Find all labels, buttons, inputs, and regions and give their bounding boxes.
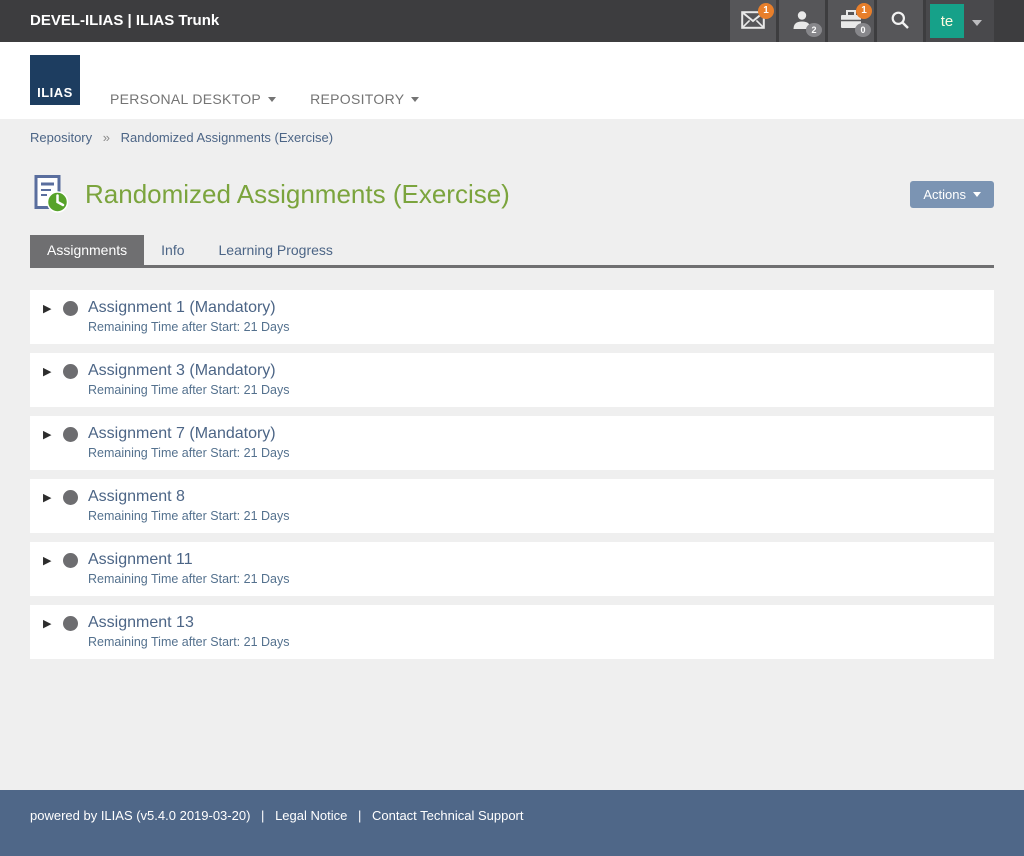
row-text: Assignment 3 (Mandatory) Remaining Time …	[88, 361, 289, 397]
status-dot-icon	[63, 427, 78, 442]
who-is-online-badge: 2	[806, 23, 822, 37]
mail-badge: 1	[758, 3, 774, 19]
tab-learning-progress[interactable]: Learning Progress	[202, 235, 350, 265]
topbar: DEVEL-ILIAS | ILIAS Trunk 1 2 1 0	[0, 0, 1024, 42]
nav-repository-label: REPOSITORY	[310, 91, 404, 107]
status-dot-icon	[63, 616, 78, 631]
row-text: Assignment 7 (Mandatory) Remaining Time …	[88, 424, 289, 460]
row-text: Assignment 13 Remaining Time after Start…	[88, 613, 289, 649]
status-dot-icon	[63, 553, 78, 568]
assignment-row[interactable]: ▶ Assignment 1 (Mandatory) Remaining Tim…	[30, 290, 994, 344]
tab-assignments[interactable]: Assignments	[30, 235, 144, 265]
assignment-title[interactable]: Assignment 13	[88, 613, 289, 633]
assignment-row[interactable]: ▶ Assignment 13 Remaining Time after Sta…	[30, 605, 994, 659]
avatar[interactable]: te	[930, 4, 964, 38]
assignment-meta: Remaining Time after Start: 21 Days	[88, 635, 289, 649]
page-content: Randomized Assignments (Exercise) Action…	[0, 172, 1024, 659]
legal-notice-link[interactable]: Legal Notice	[275, 808, 347, 823]
main-header: ILIAS PERSONAL DESKTOP REPOSITORY	[0, 42, 1024, 119]
expand-triangle-icon[interactable]: ▶	[43, 424, 63, 442]
footer: powered by ILIAS (v5.4.0 2019-03-20) | L…	[0, 790, 1024, 856]
assignment-title[interactable]: Assignment 3 (Mandatory)	[88, 361, 289, 381]
tab-bar: Assignments Info Learning Progress	[30, 235, 994, 268]
user-menu-dropdown[interactable]	[964, 0, 990, 42]
footer-separator: |	[261, 808, 264, 823]
tab-info[interactable]: Info	[144, 235, 201, 265]
main-nav: PERSONAL DESKTOP REPOSITORY	[110, 91, 419, 107]
ilias-logo[interactable]: ILIAS	[30, 55, 80, 105]
assignment-meta: Remaining Time after Start: 21 Days	[88, 509, 289, 523]
assignment-meta: Remaining Time after Start: 21 Days	[88, 383, 289, 397]
breadcrumb: Repository » Randomized Assignments (Exe…	[0, 119, 1024, 145]
installation-title: DEVEL-ILIAS | ILIAS Trunk	[0, 0, 219, 42]
app-window: DEVEL-ILIAS | ILIAS Trunk 1 2 1 0	[0, 0, 1024, 856]
background-tasks-badge-open: 0	[855, 23, 871, 37]
actions-button-label: Actions	[923, 187, 966, 202]
expand-triangle-icon[interactable]: ▶	[43, 613, 63, 631]
assignment-row[interactable]: ▶ Assignment 11 Remaining Time after Sta…	[30, 542, 994, 596]
breadcrumb-current[interactable]: Randomized Assignments (Exercise)	[121, 130, 333, 145]
assignment-row[interactable]: ▶ Assignment 8 Remaining Time after Star…	[30, 479, 994, 533]
mail-button[interactable]: 1	[730, 0, 776, 42]
footer-separator: |	[358, 808, 361, 823]
exercise-icon	[30, 174, 70, 214]
assignment-meta: Remaining Time after Start: 21 Days	[88, 572, 289, 586]
actions-button[interactable]: Actions	[910, 181, 994, 208]
assignment-title[interactable]: Assignment 1 (Mandatory)	[88, 298, 289, 318]
nav-personal-desktop-label: PERSONAL DESKTOP	[110, 91, 261, 107]
chevron-down-icon	[972, 20, 982, 26]
row-text: Assignment 11 Remaining Time after Start…	[88, 550, 289, 586]
chevron-down-icon	[411, 97, 419, 102]
search-icon	[890, 10, 910, 33]
assignment-title[interactable]: Assignment 8	[88, 487, 289, 507]
expand-triangle-icon[interactable]: ▶	[43, 298, 63, 316]
assignment-row[interactable]: ▶ Assignment 7 (Mandatory) Remaining Tim…	[30, 416, 994, 470]
chevron-down-icon	[973, 192, 981, 197]
breadcrumb-repository[interactable]: Repository	[30, 130, 92, 145]
assignment-meta: Remaining Time after Start: 21 Days	[88, 320, 289, 334]
powered-by-text: powered by ILIAS (v5.4.0 2019-03-20)	[30, 808, 250, 823]
assignment-meta: Remaining Time after Start: 21 Days	[88, 446, 289, 460]
expand-triangle-icon[interactable]: ▶	[43, 487, 63, 505]
nav-repository[interactable]: REPOSITORY	[310, 91, 419, 107]
expand-triangle-icon[interactable]: ▶	[43, 361, 63, 379]
status-dot-icon	[63, 301, 78, 316]
contact-support-link[interactable]: Contact Technical Support	[372, 808, 524, 823]
background-tasks-button[interactable]: 1 0	[828, 0, 874, 42]
assignment-row[interactable]: ▶ Assignment 3 (Mandatory) Remaining Tim…	[30, 353, 994, 407]
breadcrumb-separator: »	[103, 130, 110, 145]
title-bar: Randomized Assignments (Exercise) Action…	[30, 172, 994, 216]
background-tasks-badge-new: 1	[856, 3, 872, 19]
expand-triangle-icon[interactable]: ▶	[43, 550, 63, 568]
topbar-actions: 1 2 1 0 te	[727, 0, 994, 42]
assignment-title[interactable]: Assignment 11	[88, 550, 289, 570]
chevron-down-icon	[268, 97, 276, 102]
status-dot-icon	[63, 490, 78, 505]
assignment-title[interactable]: Assignment 7 (Mandatory)	[88, 424, 289, 444]
page-title: Randomized Assignments (Exercise)	[85, 179, 510, 210]
user-menu: te	[926, 0, 994, 42]
nav-personal-desktop[interactable]: PERSONAL DESKTOP	[110, 91, 276, 107]
status-dot-icon	[63, 364, 78, 379]
who-is-online-button[interactable]: 2	[779, 0, 825, 42]
row-text: Assignment 8 Remaining Time after Start:…	[88, 487, 289, 523]
row-text: Assignment 1 (Mandatory) Remaining Time …	[88, 298, 289, 334]
search-button[interactable]	[877, 0, 923, 42]
assignment-list: ▶ Assignment 1 (Mandatory) Remaining Tim…	[30, 290, 994, 659]
